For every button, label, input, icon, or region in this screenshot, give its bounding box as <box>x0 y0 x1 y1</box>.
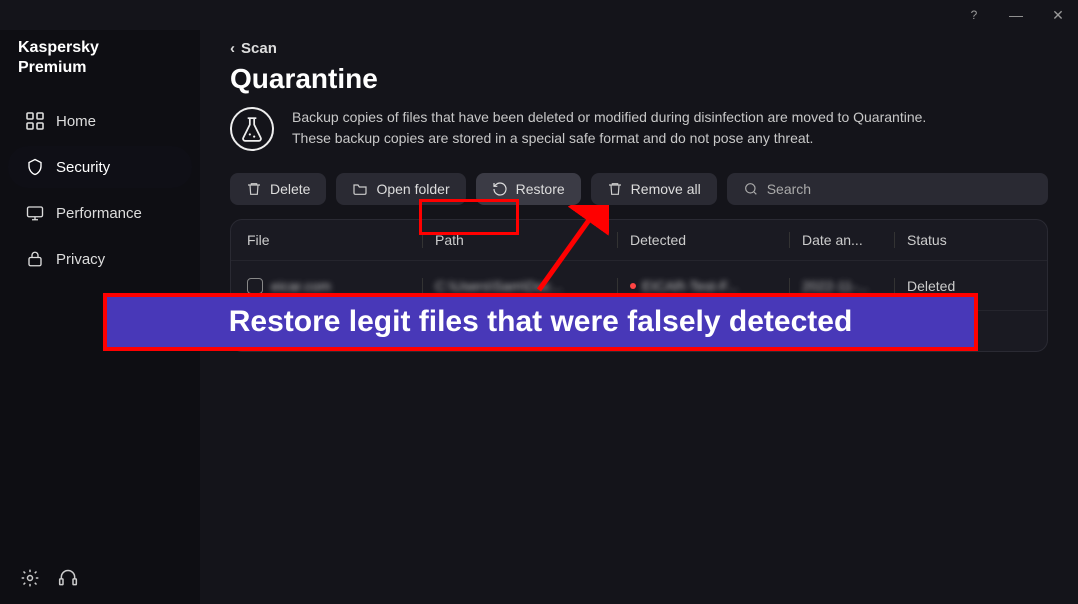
close-icon[interactable]: ✕ <box>1046 7 1070 24</box>
button-label: Remove all <box>631 181 701 197</box>
brand-line1: Kaspersky <box>18 39 99 56</box>
open-folder-button[interactable]: Open folder <box>336 173 465 205</box>
col-detected[interactable]: Detected <box>617 232 789 248</box>
sidebar-item-performance[interactable]: Performance <box>8 192 192 234</box>
table-header: File Path Detected Date an... Status <box>231 220 1047 260</box>
gear-icon[interactable] <box>20 568 40 588</box>
annotation-banner: Restore legit files that were falsely de… <box>103 293 978 351</box>
folder-icon <box>352 181 368 197</box>
breadcrumb-back[interactable]: ‹ Scan <box>230 40 277 57</box>
lock-icon <box>26 250 44 268</box>
flask-icon <box>230 107 274 151</box>
button-label: Restore <box>516 181 565 197</box>
search-button[interactable]: Search <box>727 173 1048 205</box>
sidebar-bottom <box>0 558 200 598</box>
search-icon <box>743 181 759 197</box>
app-window: ? — ✕ Kaspersky Premium Home <box>0 0 1078 604</box>
monitor-icon <box>26 204 44 222</box>
button-label: Search <box>767 181 811 197</box>
trash-icon <box>246 181 262 197</box>
trash-icon <box>607 181 623 197</box>
titlebar: ? — ✕ <box>0 0 1078 30</box>
breadcrumb-label: Scan <box>241 40 277 57</box>
sidebar-item-privacy[interactable]: Privacy <box>8 238 192 280</box>
restore-icon <box>492 181 508 197</box>
page-title: Quarantine <box>230 63 1048 95</box>
cell-path: C:\Users\Sam\Doc... <box>435 278 563 294</box>
cell-detected: EICAR-Test-F... <box>642 278 738 294</box>
minimize-icon[interactable]: — <box>1004 7 1028 23</box>
sidebar-item-security[interactable]: Security <box>8 146 192 188</box>
chevron-left-icon: ‹ <box>230 40 235 57</box>
sidebar-item-label: Security <box>56 159 110 176</box>
button-label: Open folder <box>376 181 449 197</box>
cell-status: Deleted <box>907 278 955 294</box>
brand: Kaspersky Premium <box>0 30 200 98</box>
sidebar-item-label: Privacy <box>56 251 105 268</box>
threat-dot-icon <box>630 283 636 289</box>
cell-date: 2022-11-... <box>802 278 869 294</box>
shield-icon <box>26 158 44 176</box>
sidebar-item-label: Performance <box>56 205 142 222</box>
remove-all-button[interactable]: Remove all <box>591 173 717 205</box>
help-icon[interactable]: ? <box>962 8 986 22</box>
restore-button[interactable]: Restore <box>476 173 581 205</box>
headset-icon[interactable] <box>58 568 78 588</box>
row-checkbox[interactable] <box>247 278 263 294</box>
col-date[interactable]: Date an... <box>789 232 894 248</box>
button-label: Delete <box>270 181 310 197</box>
col-path[interactable]: Path <box>422 232 617 248</box>
sidebar-item-label: Home <box>56 113 96 130</box>
delete-button[interactable]: Delete <box>230 173 326 205</box>
brand-line2: Premium <box>18 59 86 76</box>
toolbar: Delete Open folder Restore Remove all Se… <box>230 173 1048 205</box>
grid-icon <box>26 112 44 130</box>
description-row: Backup copies of files that have been de… <box>230 107 1048 151</box>
col-status[interactable]: Status <box>894 232 969 248</box>
cell-file: eicar.com <box>271 278 331 294</box>
sidebar-item-home[interactable]: Home <box>8 100 192 142</box>
col-file[interactable]: File <box>247 232 422 248</box>
page-description: Backup copies of files that have been de… <box>292 107 932 149</box>
